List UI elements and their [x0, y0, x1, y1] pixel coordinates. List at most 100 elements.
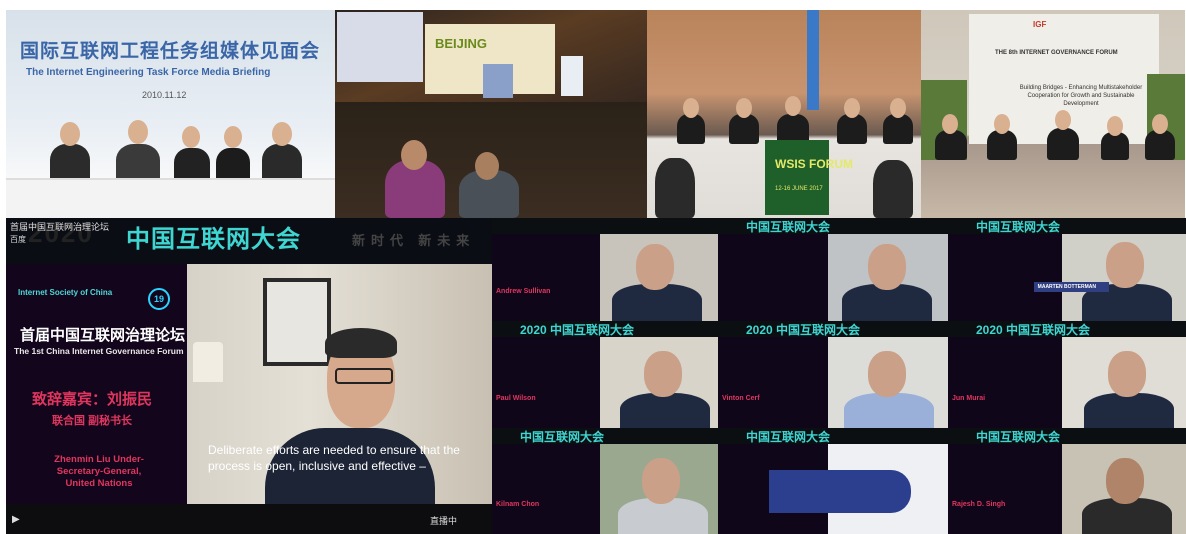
- panelist-head: [182, 126, 200, 148]
- wsis-sign-title: WSIS FORUM: [775, 157, 853, 171]
- tile-info-panel: Jun Murai: [948, 337, 1063, 428]
- tile-header: 中国互联网大会: [948, 218, 1186, 234]
- audience-head: [401, 140, 427, 170]
- panelist: [677, 114, 705, 144]
- guest-label: 致辞嘉宾：刘振民: [32, 391, 153, 408]
- panelist: [837, 114, 867, 144]
- banner-text: BEIJING: [435, 36, 488, 51]
- speaker-name: Andrew Sullivan: [496, 288, 551, 295]
- speaker-name: Zhenmin Liu Under-Secretary-General, Uni…: [54, 454, 144, 489]
- tile-header: 中国互联网大会: [948, 428, 1186, 444]
- tile-header: 2020 中国互联网大会: [718, 321, 948, 337]
- speaker-face: [636, 244, 675, 290]
- panelist-head: [785, 96, 801, 116]
- play-icon[interactable]: ▶: [12, 514, 20, 525]
- panelist-head: [890, 98, 906, 118]
- video-tile-1: Andrew Sullivan: [492, 218, 718, 321]
- panelist: [935, 130, 967, 160]
- panelist-head: [1152, 114, 1168, 134]
- side-screen: [561, 56, 583, 96]
- tile-speaker-video: [828, 234, 948, 321]
- lamp: [193, 342, 223, 382]
- briefing-title-en: The Internet Engineering Task Force Medi…: [26, 67, 271, 78]
- speaker-name: Vinton Cerf: [722, 395, 760, 402]
- tile-info-panel: Andrew Sullivan: [492, 234, 601, 321]
- speaker-face: [642, 458, 681, 504]
- un-flag: [807, 10, 819, 110]
- tile-header: 中国互联网大会: [718, 218, 948, 234]
- speaker-glasses: [335, 368, 393, 384]
- panelist: [729, 114, 759, 144]
- org-logo: Internet Society of China: [18, 288, 113, 297]
- igf-logo: IGF: [1033, 20, 1047, 29]
- speaker-face: [644, 351, 683, 397]
- tile-info-panel: Paul Wilson: [492, 337, 601, 428]
- panelist-head: [128, 120, 148, 144]
- panelist-head: [683, 98, 699, 118]
- tile-header-text: 中国互联网大会: [976, 430, 1061, 444]
- tile-speaker-video: [600, 234, 718, 321]
- projection-screen: [337, 12, 423, 82]
- tile-speaker-video: [828, 337, 948, 428]
- wsis-sign-dates: 12-16 JUNE 2017: [775, 186, 823, 192]
- audience-member: [655, 158, 695, 218]
- stream-title: 首届中国互联网治理论坛: [10, 222, 110, 232]
- guest-role: 联合国 副秘书长: [52, 415, 133, 427]
- tile-header: 中国互联网大会: [718, 428, 948, 444]
- tile-header-text: 2020 中国互联网大会: [746, 323, 861, 337]
- tile-header: 2020 中国互联网大会: [948, 321, 1186, 337]
- speaker-face: [1108, 351, 1147, 397]
- video-top-bar: 2020 中国互联网大会 新时代 新未来 首届中国互联网治理论坛 百度: [6, 218, 492, 253]
- panelist-head: [994, 114, 1010, 134]
- video-tile-3: 中国互联网大会 MAARTEN BOTTERMAN: [948, 218, 1186, 321]
- photo-ietf-media-briefing: 国际互联网工程任务组媒体见面会 The Internet Engineering…: [6, 10, 335, 218]
- subtitle-caption: Deliberate efforts are needed to ensure …: [208, 443, 460, 473]
- tile-header-text: 2020 中国互联网大会: [976, 323, 1091, 337]
- tile-info-panel: [718, 234, 829, 321]
- speaker-hair: [325, 328, 397, 358]
- speaker-suit: [1084, 393, 1175, 428]
- player-controls[interactable]: ▶ 直播中: [6, 504, 492, 534]
- tile-speaker-video: [1062, 337, 1186, 428]
- panelist-head: [942, 114, 958, 134]
- video-tile-2: 中国互联网大会: [718, 218, 948, 321]
- briefing-date: 2010.11.12: [142, 90, 187, 100]
- session-badge: 19: [148, 288, 170, 310]
- conference-name: 中国互联网大会: [126, 226, 301, 253]
- photo-igf-forum: IGF THE 8th INTERNET GOVERNANCE FORUM Bu…: [921, 10, 1185, 218]
- tile-speaker-video: [600, 444, 718, 534]
- photo-beijing-conference-hall: BEIJING: [335, 10, 647, 218]
- video-tile-7: 中国互联网大会 Kilnam Chon: [492, 428, 718, 534]
- tile-header-text: 中国互联网大会: [746, 220, 831, 234]
- video-tile-5: 2020 中国互联网大会 Vinton Cerf: [718, 321, 948, 428]
- speaker-name: Paul Wilson: [496, 395, 536, 402]
- panelist: [1047, 128, 1079, 160]
- panelist-head: [1107, 116, 1123, 136]
- panelist: [987, 130, 1017, 160]
- tile-info-panel: Vinton Cerf: [718, 337, 829, 428]
- tile-info-panel: [948, 234, 1063, 321]
- briefing-title-cn: 国际互联网工程任务组媒体见面会: [20, 41, 321, 62]
- video-tile-6: 2020 中国互联网大会 Jun Murai: [948, 321, 1186, 428]
- panelist: [883, 114, 913, 144]
- forum-title-en: The 1st China Internet Governance Forum: [14, 346, 184, 356]
- panelist-head: [1055, 110, 1071, 130]
- slide-banner: [768, 470, 912, 513]
- tile-header-text: 中国互联网大会: [976, 220, 1061, 234]
- tile-header-text: 中国互联网大会: [746, 430, 831, 444]
- tile-header: 2020 中国互联网大会: [492, 321, 718, 337]
- tile-info-panel: Rajesh D. Singh: [948, 444, 1063, 534]
- tile-info-panel: Kilnam Chon: [492, 444, 601, 534]
- speaker-suit: [620, 393, 711, 428]
- video-tile-4: 2020 中国互联网大会 Paul Wilson: [492, 321, 718, 428]
- panelist-head: [60, 122, 80, 146]
- stream-subtitle: 百度: [10, 235, 26, 244]
- speaker-name: Kilnam Chon: [496, 501, 540, 508]
- stage-screen: [483, 64, 513, 98]
- wsis-sign: [765, 140, 829, 215]
- tile-speaker-video: [1062, 444, 1186, 534]
- panelist-head: [224, 126, 242, 148]
- conference-table: [6, 178, 335, 218]
- speaker-shirt: [844, 393, 935, 428]
- tile-speaker-video: [1062, 234, 1186, 321]
